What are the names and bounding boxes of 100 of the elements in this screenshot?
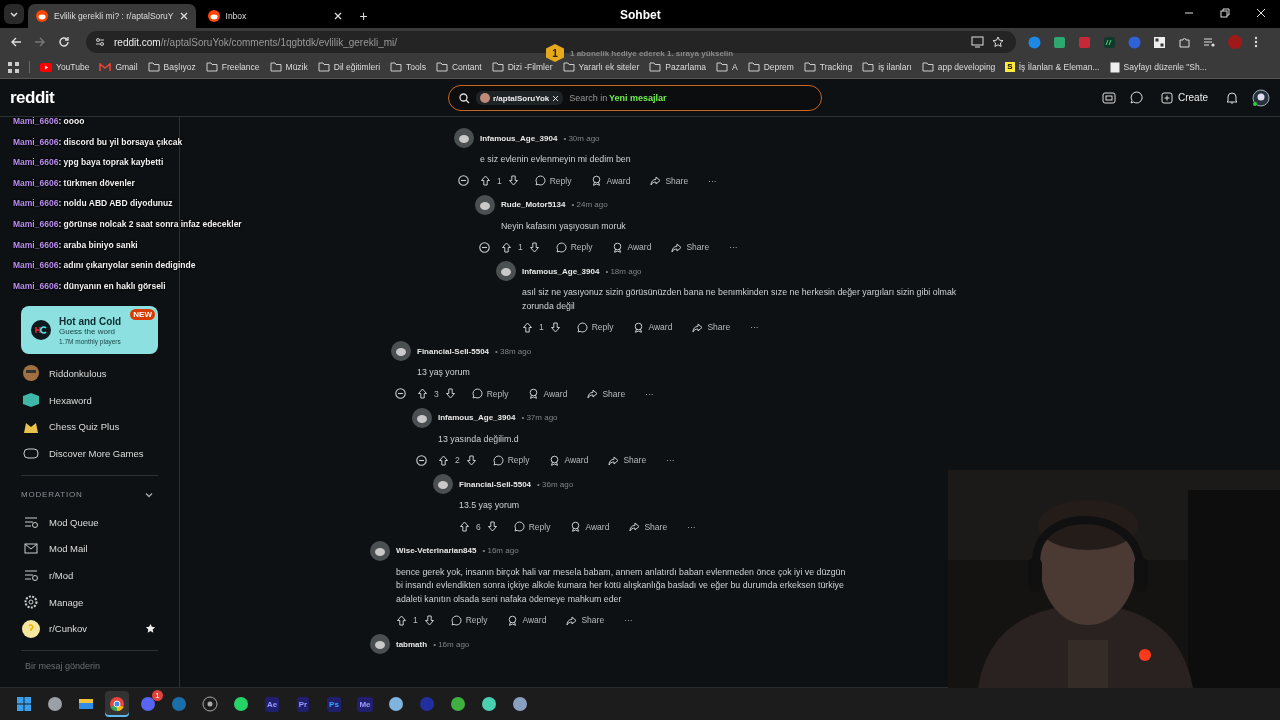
award-icon[interactable] — [633, 321, 645, 333]
folder-icon[interactable] — [715, 62, 728, 72]
bookmark[interactable]: Sayfayı düzenle "Sh... — [1123, 62, 1207, 72]
bookmark[interactable]: iş ilanları — [878, 62, 912, 72]
more-button[interactable]: ··· — [662, 455, 679, 465]
folder-icon[interactable] — [862, 62, 875, 72]
close-icon[interactable] — [333, 12, 342, 20]
search-field[interactable]: r/aptalSoruYok Search in Yeni mesajlar — [448, 85, 822, 111]
reply-icon[interactable] — [513, 521, 525, 532]
action-button[interactable]: Reply — [488, 454, 534, 466]
plus-icon[interactable] — [1161, 91, 1173, 104]
create-button[interactable]: Create — [1157, 91, 1212, 104]
username[interactable]: Rude_Motor5134 — [501, 200, 566, 209]
user-avatar[interactable] — [370, 634, 390, 654]
username[interactable]: tabmath — [396, 639, 428, 649]
action-button[interactable]: Share — [667, 241, 714, 253]
qr-code-icon[interactable] — [1153, 35, 1166, 49]
address-bar[interactable]: reddit.com/r/aptalSoruYok/comments/1qgbtdk/evlilik_gerekli_mi/ — [114, 36, 398, 48]
folder-icon[interactable] — [649, 62, 662, 72]
taskbar-button[interactable]: Ps — [322, 691, 346, 717]
username[interactable]: Wise-Veterinarian845 — [396, 546, 477, 555]
bookmark[interactable]: Dizi -Filmler — [507, 62, 553, 72]
bookmark[interactable]: Müzik — [285, 62, 308, 72]
back-icon[interactable] — [10, 36, 22, 48]
more-button[interactable]: ··· — [725, 242, 742, 252]
share-icon[interactable] — [671, 241, 683, 253]
taskbar-button[interactable] — [105, 691, 129, 717]
more-button[interactable]: ··· — [641, 388, 658, 399]
app-icon[interactable] — [450, 696, 466, 712]
folder-icon[interactable] — [317, 62, 330, 72]
action-button[interactable]: Award — [587, 175, 635, 186]
reply-icon[interactable] — [576, 321, 588, 333]
record-icon[interactable] — [202, 696, 218, 712]
bookmark[interactable]: Pazarlama — [665, 62, 706, 72]
folder-icon[interactable] — [435, 62, 448, 72]
username[interactable]: Infamous_Age_3904 — [522, 266, 600, 276]
bell-icon[interactable] — [1226, 91, 1238, 104]
action-button[interactable]: Share — [646, 175, 693, 186]
action-button[interactable]: Award — [566, 521, 614, 532]
username[interactable]: Infamous_Age_3904 — [438, 413, 516, 422]
folder-icon[interactable] — [747, 62, 760, 72]
upvote-icon[interactable] — [438, 454, 449, 466]
folder-icon[interactable] — [562, 62, 575, 72]
taskbar-button[interactable]: 1 — [136, 691, 160, 717]
user-avatar[interactable] — [496, 261, 516, 281]
action-button[interactable]: Reply — [551, 241, 597, 253]
upvote-icon[interactable] — [396, 614, 407, 626]
reply-icon[interactable] — [450, 614, 462, 626]
action-button[interactable]: Share — [625, 521, 672, 532]
moderation-link[interactable]: r/Mod — [49, 569, 74, 581]
reddit-logo[interactable]: reddit — [10, 87, 55, 108]
chevron-icon[interactable] — [9, 9, 19, 19]
new-tab-button[interactable]: + — [353, 8, 374, 24]
reply-icon[interactable] — [534, 175, 546, 186]
reload-icon[interactable] — [58, 36, 70, 48]
user-avatar[interactable] — [433, 474, 453, 494]
browser-tab[interactable]: Evlilik gerekli mi? : r/aptalSoruY — [28, 4, 196, 28]
bookmark[interactable]: YouTube — [56, 62, 90, 72]
more-button[interactable]: ··· — [704, 175, 721, 186]
taskbar-button[interactable]: Ae — [260, 691, 284, 717]
upvote-icon[interactable] — [501, 241, 512, 253]
browser-tab[interactable]: Inbox — [199, 4, 350, 28]
bookmark[interactable]: Contant — [451, 62, 482, 72]
share-icon[interactable] — [650, 175, 662, 186]
chat-icon[interactable] — [1130, 91, 1143, 104]
award-icon[interactable] — [507, 614, 519, 626]
collapse-icon[interactable] — [479, 241, 490, 253]
user-avatar[interactable] — [412, 407, 432, 428]
game-link[interactable]: Chess Quiz Plus — [49, 421, 120, 433]
share-icon[interactable] — [587, 388, 599, 399]
taskbar-button[interactable]: Pr — [291, 691, 315, 717]
collapse-icon[interactable] — [458, 175, 469, 186]
extension-icon[interactable] — [1103, 35, 1116, 49]
folder-icon[interactable] — [921, 62, 934, 72]
star-icon[interactable] — [145, 623, 156, 635]
username[interactable]: Financial-Sell-5504 — [417, 346, 490, 356]
action-button[interactable]: Award — [503, 614, 551, 626]
folder-icon[interactable] — [205, 62, 218, 72]
moderation-link[interactable]: Mod Queue — [49, 516, 99, 528]
bookmark[interactable]: Başlıyoz — [163, 62, 196, 72]
user-avatar[interactable] — [391, 341, 411, 361]
site-settings-icon[interactable] — [94, 36, 106, 48]
game-link[interactable]: Riddonkulous — [49, 367, 107, 379]
user-avatar[interactable] — [370, 540, 390, 561]
action-button[interactable]: Share — [604, 454, 651, 466]
bookmark[interactable]: Tracking — [819, 62, 853, 72]
award-icon[interactable] — [528, 388, 540, 399]
bookmark[interactable]: Dil eğitimleri — [333, 62, 381, 72]
extension-icon[interactable] — [1028, 35, 1041, 49]
folder-icon[interactable] — [147, 62, 160, 72]
username[interactable]: Financial-Sell-5504 — [459, 479, 532, 489]
downvote-icon[interactable] — [465, 454, 477, 466]
game-link[interactable]: Discover More Games — [49, 447, 144, 459]
downvote-icon[interactable] — [528, 241, 540, 253]
action-button[interactable]: Reply — [572, 321, 618, 333]
more-button[interactable]: ··· — [746, 322, 763, 332]
award-icon[interactable] — [612, 241, 624, 253]
restore-icon[interactable] — [1220, 8, 1230, 18]
bookmark[interactable]: Freelance — [221, 62, 260, 72]
collapse-icon[interactable] — [395, 388, 406, 399]
